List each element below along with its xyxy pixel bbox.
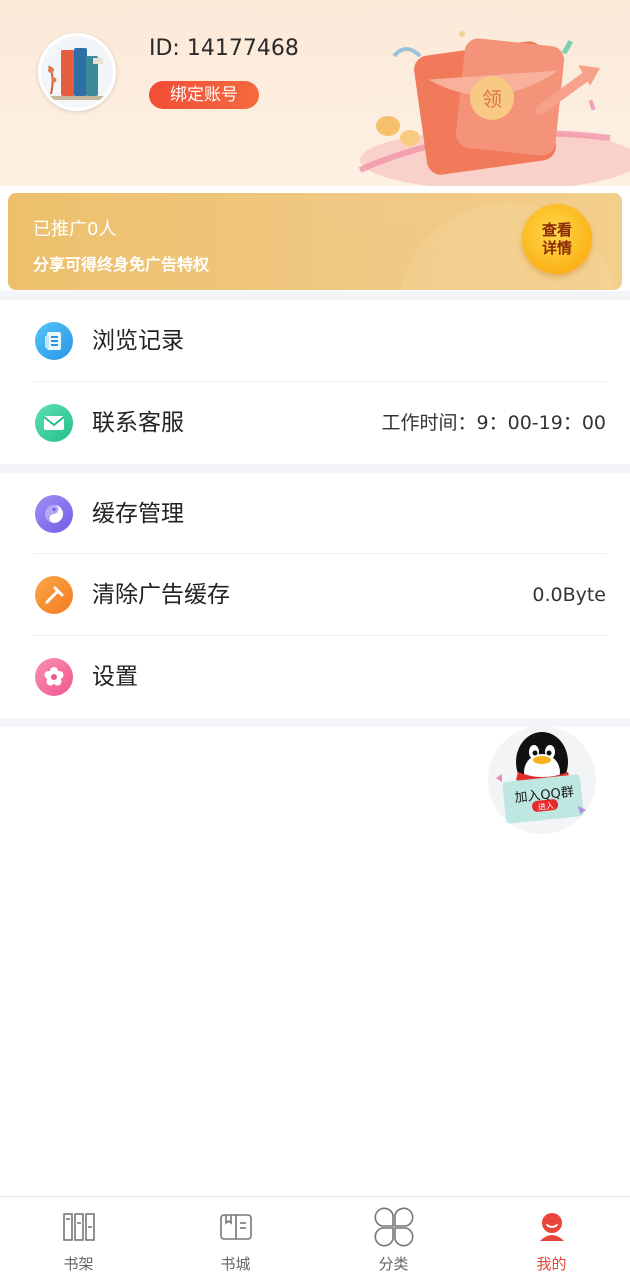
browse-history-icon bbox=[35, 322, 73, 360]
bookshelf-icon bbox=[63, 1213, 95, 1241]
menu-browse-history-label: 浏览记录 bbox=[92, 328, 184, 354]
view-details-label: 查看详情 bbox=[541, 221, 572, 257]
menu-settings[interactable]: 设置 bbox=[0, 636, 630, 718]
bottom-tab-bar: 书架 书城 分类 我的 bbox=[0, 1196, 630, 1281]
tab-category[interactable]: 分类 bbox=[315, 1197, 472, 1281]
section-gap bbox=[0, 291, 630, 300]
ad-cache-size: 0.0Byte bbox=[532, 584, 606, 606]
menu-contact-service[interactable]: 联系客服 工作时间：9：00-19：00 bbox=[0, 382, 630, 464]
menu-cache-management[interactable]: 缓存管理 bbox=[0, 473, 630, 555]
join-qq-group-button[interactable]: 加入QQ群 进入 bbox=[488, 726, 596, 834]
flower-icon bbox=[35, 658, 73, 696]
tab-mine[interactable]: 我的 bbox=[473, 1197, 630, 1281]
menu-clear-ad-cache-label: 清除广告缓存 bbox=[92, 582, 230, 608]
profile-icon bbox=[540, 1213, 564, 1241]
avatar[interactable] bbox=[38, 33, 116, 111]
menu-contact-service-label: 联系客服 bbox=[92, 410, 184, 436]
menu-settings-label: 设置 bbox=[92, 664, 138, 690]
user-id: ID: 14177468 bbox=[149, 36, 299, 61]
tab-bookshelf-label: 书架 bbox=[63, 1255, 94, 1273]
tab-category-label: 分类 bbox=[378, 1255, 409, 1273]
profile-header: ID: 14177468 绑定账号 领 bbox=[0, 0, 630, 186]
working-hours: 工作时间：9：00-19：00 bbox=[381, 412, 606, 434]
section-gap bbox=[0, 464, 630, 473]
menu-clear-ad-cache[interactable]: 清除广告缓存 0.0Byte bbox=[0, 554, 630, 636]
broom-icon bbox=[35, 576, 73, 614]
tab-bookshelf[interactable]: 书架 bbox=[0, 1197, 157, 1281]
mail-icon bbox=[35, 404, 73, 442]
promo-tip: 分享可得终身免广告特权 bbox=[33, 255, 210, 274]
tab-bookstore[interactable]: 书城 bbox=[157, 1197, 314, 1281]
books-avatar-icon bbox=[41, 36, 113, 108]
bind-account-button[interactable]: 绑定账号 bbox=[149, 81, 259, 109]
promo-count: 已推广0人 bbox=[33, 219, 117, 240]
yin-yang-icon bbox=[35, 495, 73, 533]
promo-banner[interactable]: 已推广0人 分享可得终身免广告特权 查看详情 bbox=[8, 193, 622, 290]
menu-browse-history[interactable]: 浏览记录 bbox=[0, 300, 630, 382]
hongbao-glyph: 领 bbox=[482, 87, 502, 111]
tab-bookstore-label: 书城 bbox=[220, 1255, 251, 1273]
menu-cache-management-label: 缓存管理 bbox=[92, 501, 184, 527]
open-book-icon bbox=[220, 1214, 252, 1240]
red-envelope-illustration: 领 bbox=[350, 20, 630, 186]
category-icon bbox=[374, 1207, 414, 1247]
tab-mine-label: 我的 bbox=[536, 1255, 567, 1273]
view-details-button[interactable]: 查看详情 bbox=[522, 204, 592, 274]
